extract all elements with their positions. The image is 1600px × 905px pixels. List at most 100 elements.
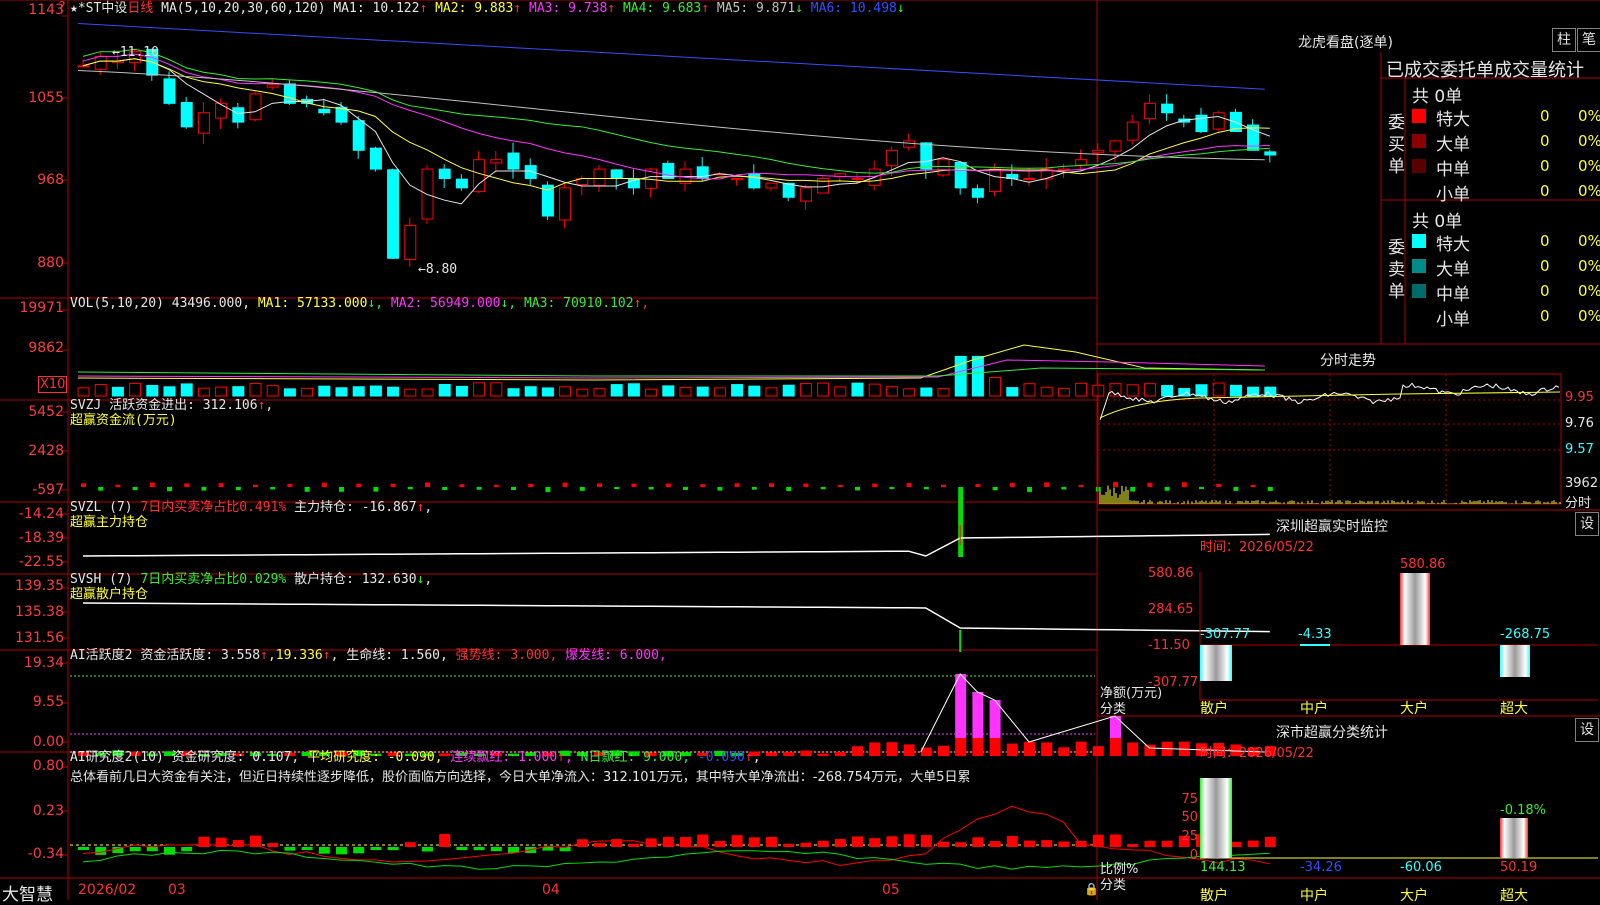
- stats-settings-button[interactable]: 设: [1575, 718, 1599, 742]
- vol-ma-line: [77, 359, 1265, 379]
- bar-view-button[interactable]: 柱: [1552, 28, 1576, 52]
- sell-side-label: 委卖单: [1388, 238, 1405, 302]
- ai-active-bar: [1092, 746, 1104, 756]
- stroke-view-button[interactable]: 笔: [1577, 28, 1600, 52]
- ma-line: [82, 58, 1270, 205]
- stats-title: 深市超赢分类统计: [1276, 725, 1388, 741]
- ai-research-bar: [1161, 840, 1173, 847]
- svzj-bar: [614, 487, 620, 490]
- volume-bar: [1006, 387, 1019, 397]
- vol-ma-list: MA1: 57133.000↓, MA2: 56949.000↓, MA3: 7…: [258, 296, 649, 311]
- svzj-bar: [373, 487, 379, 492]
- svzj-bar: [545, 487, 551, 492]
- volume-bar: [318, 385, 331, 397]
- volume-bar: [490, 382, 503, 397]
- volume-bar: [1040, 386, 1053, 397]
- high-marker: ←11.10: [112, 45, 159, 60]
- svzj-bar: [98, 487, 104, 491]
- category-bar: [1500, 645, 1530, 677]
- ai-research-y-tick: 0.80: [32, 758, 64, 774]
- vol-unit[interactable]: X10: [38, 376, 68, 393]
- ai-research-bar: [1058, 841, 1070, 847]
- svzj-bar: [648, 487, 654, 490]
- order-count: 0: [1540, 232, 1550, 250]
- candle-body: [610, 169, 623, 179]
- candle-body: [249, 93, 262, 121]
- category-label: 大户: [1400, 701, 1428, 717]
- category-label: 中户: [1300, 701, 1328, 717]
- order-pct: 0%: [1578, 232, 1600, 250]
- candle-body: [559, 187, 572, 221]
- life-value: 1.560: [400, 648, 441, 663]
- ai-research-label: 资金研究度:: [171, 750, 245, 765]
- intraday-title: 分时走势: [1320, 353, 1376, 369]
- svzj-bar: [201, 487, 207, 491]
- ai-research-bar: [903, 834, 915, 847]
- volume-bar: [197, 387, 210, 397]
- svzj-bar: [235, 487, 241, 491]
- ai-research-bar: [404, 842, 416, 847]
- period-label[interactable]: 日线: [127, 1, 153, 16]
- ai-active-value2: 19.336: [275, 648, 323, 663]
- svzj-bar: [1199, 487, 1204, 490]
- ai-research-bar: [267, 843, 279, 847]
- ai-active-bar: [1075, 741, 1087, 756]
- svzj-bar: [665, 483, 671, 487]
- volume-bar: [1023, 383, 1036, 397]
- ai-research-bar: [714, 840, 726, 847]
- vol-title: VOL(5,10,20): [70, 296, 164, 311]
- ai-research-bar: [972, 837, 984, 847]
- volume-bar: [335, 387, 348, 397]
- ai-research-bar: [78, 847, 89, 851]
- stats-y-tick: 75: [1181, 792, 1198, 807]
- volume-bar: [696, 386, 709, 397]
- ai-research-green-line: [82, 849, 1270, 870]
- ai-research-bar: [920, 835, 932, 847]
- tab-order[interactable]: 委托单: [1440, 60, 1494, 81]
- ai-active-y-tick: 9.55: [32, 694, 64, 710]
- order-pct: 0%: [1578, 282, 1600, 300]
- order-size-label: 大单: [1436, 135, 1470, 155]
- ai-active-bar: [1144, 744, 1156, 756]
- volume-bar: [1075, 382, 1088, 397]
- ai-research-bar: [645, 838, 657, 847]
- volume-bar: [851, 382, 864, 397]
- buy-total: 共 0单: [1412, 87, 1463, 107]
- candle-body: [215, 102, 228, 119]
- volume-bar: [868, 383, 881, 397]
- candle-body: [387, 169, 400, 259]
- vol-value: 43496.000: [171, 296, 243, 311]
- tab-stats[interactable]: 成交量统计: [1494, 60, 1584, 81]
- ai-research-y-tick: -0.34: [27, 846, 64, 862]
- candle-body: [1212, 112, 1225, 130]
- volume-bar: [1212, 382, 1225, 397]
- svzl-header: SVZL (7) 7日内买卖净占比0.491% 主力持仓: -16.867↑, …: [70, 500, 433, 530]
- candle-body: [1126, 121, 1139, 141]
- candle-body: [1023, 177, 1036, 180]
- candle-body: [782, 182, 795, 198]
- svzj-y-tick: 2428: [28, 443, 64, 459]
- tab-done[interactable]: 已成交: [1386, 60, 1440, 81]
- lock-icon[interactable]: 🔒: [1084, 882, 1099, 896]
- volume-bar: [473, 382, 486, 397]
- svzj-bar: [1250, 484, 1256, 487]
- volume-bar: [885, 386, 898, 397]
- svzj-value: 312.106: [202, 398, 258, 413]
- stats-y-tick: 25: [1181, 829, 1198, 844]
- chart-canvas[interactable]: [0, 0, 1600, 900]
- volume-bar: [610, 384, 623, 397]
- order-size-label: 特大: [1436, 235, 1470, 255]
- svsh-y-tick: 135.38: [15, 604, 64, 620]
- monitor-settings-button[interactable]: 设: [1575, 512, 1599, 536]
- ma-arrow: ↓: [896, 1, 905, 16]
- monitor-value-label: -307.77: [1200, 627, 1251, 642]
- strong-label: 强势线:: [455, 648, 503, 663]
- svzl-y-tick: -14.24: [18, 506, 64, 522]
- svzl-title: SVZL (7): [70, 500, 133, 515]
- ai-research-bar: [1144, 840, 1156, 847]
- ai-research-bar: [250, 835, 261, 847]
- buy-side-label: 委买单: [1388, 113, 1405, 177]
- svzj-bar: [1164, 487, 1170, 491]
- ai-research-bar: [473, 847, 485, 851]
- ai-research-bar: [800, 842, 812, 847]
